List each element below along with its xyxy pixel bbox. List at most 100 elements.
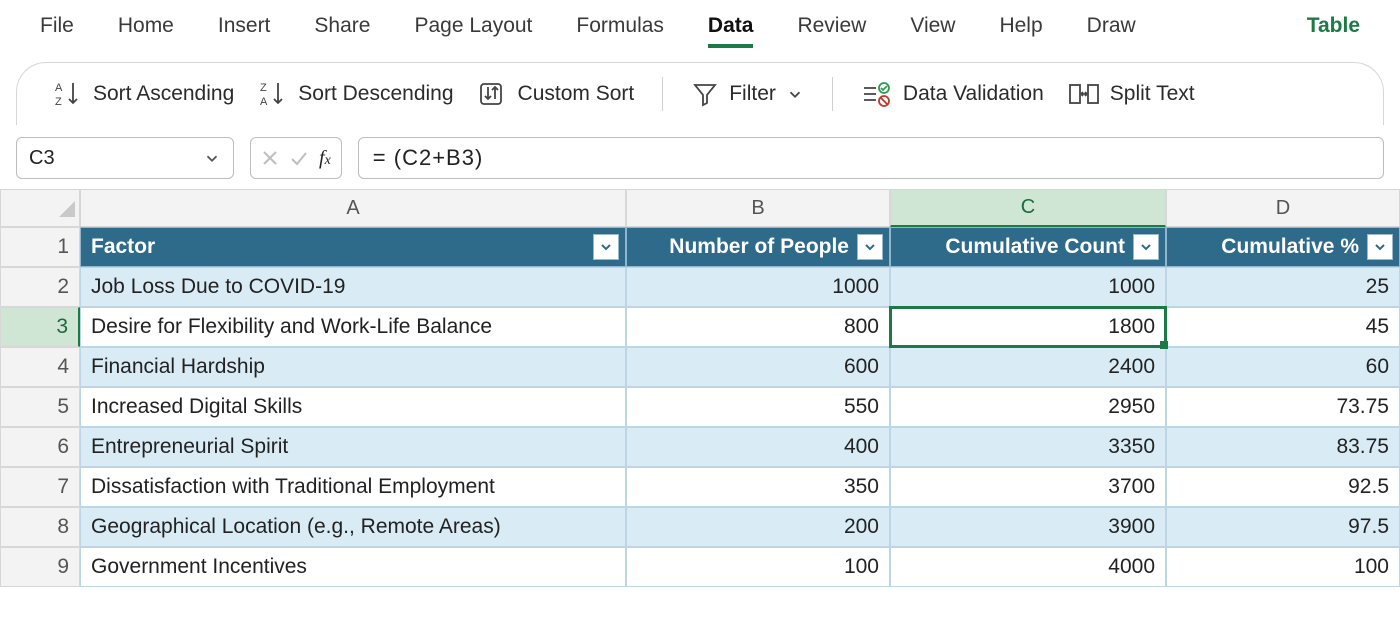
split-text-label: Split Text (1110, 82, 1195, 106)
formula-controls: fx (250, 137, 342, 179)
tab-draw[interactable]: Draw (1087, 14, 1136, 48)
toolbar-separator (662, 77, 663, 111)
table-header-cum-count[interactable]: Cumulative Count (890, 227, 1166, 267)
toolbar-separator (832, 77, 833, 111)
filter-dropdown-icon[interactable] (593, 234, 619, 260)
data-validation-label: Data Validation (903, 82, 1044, 106)
cell-d8[interactable]: 97.5 (1166, 507, 1400, 547)
row-header-9[interactable]: 9 (0, 547, 80, 587)
cell-b4[interactable]: 600 (626, 347, 890, 387)
tab-help[interactable]: Help (999, 14, 1042, 48)
svg-text:A: A (55, 82, 63, 94)
filter-icon (691, 80, 719, 108)
tab-view[interactable]: View (910, 14, 955, 48)
select-all-corner[interactable] (0, 189, 80, 227)
tab-page-layout[interactable]: Page Layout (414, 14, 532, 48)
cell-b8[interactable]: 200 (626, 507, 890, 547)
cell-a8[interactable]: Geographical Location (e.g., Remote Area… (80, 507, 626, 547)
cell-c2[interactable]: 1000 (890, 267, 1166, 307)
filter-dropdown-icon[interactable] (857, 234, 883, 260)
table-header-num-people[interactable]: Number of People (626, 227, 890, 267)
split-text-button[interactable]: Split Text (1068, 80, 1195, 108)
tab-file[interactable]: File (40, 14, 74, 48)
cell-d5[interactable]: 73.75 (1166, 387, 1400, 427)
row-header-3[interactable]: 3 (0, 307, 80, 347)
fx-icon[interactable]: fx (319, 147, 331, 170)
cell-c8[interactable]: 3900 (890, 507, 1166, 547)
tab-home[interactable]: Home (118, 14, 174, 48)
table-header-label: Number of People (669, 235, 849, 259)
filter-label: Filter (729, 82, 776, 106)
cell-a3[interactable]: Desire for Flexibility and Work-Life Bal… (80, 307, 626, 347)
row-header-7[interactable]: 7 (0, 467, 80, 507)
spreadsheet-grid[interactable]: A B C D 1 Factor Number of People Cumula… (0, 189, 1400, 587)
formula-input[interactable]: = (C2+B3) (358, 137, 1384, 179)
cell-d7[interactable]: 92.5 (1166, 467, 1400, 507)
table-header-label: Cumulative % (1221, 235, 1359, 259)
cell-c6[interactable]: 3350 (890, 427, 1166, 467)
custom-sort-icon (478, 79, 508, 109)
tab-share[interactable]: Share (314, 14, 370, 48)
table-header-label: Cumulative Count (945, 235, 1125, 259)
split-text-icon (1068, 80, 1100, 108)
cell-d9[interactable]: 100 (1166, 547, 1400, 587)
sort-ascending-button[interactable]: A Z Sort Ascending (53, 79, 234, 109)
row-header-2[interactable]: 2 (0, 267, 80, 307)
col-header-b[interactable]: B (626, 189, 890, 227)
name-box[interactable]: C3 (16, 137, 234, 179)
cell-d3[interactable]: 45 (1166, 307, 1400, 347)
cell-a2[interactable]: Job Loss Due to COVID-19 (80, 267, 626, 307)
data-validation-button[interactable]: Data Validation (861, 80, 1044, 108)
tab-review[interactable]: Review (797, 14, 866, 48)
data-validation-icon (861, 80, 893, 108)
cell-c9[interactable]: 4000 (890, 547, 1166, 587)
cell-b9[interactable]: 100 (626, 547, 890, 587)
tab-data[interactable]: Data (708, 14, 754, 48)
cell-b6[interactable]: 400 (626, 427, 890, 467)
cell-d4[interactable]: 60 (1166, 347, 1400, 387)
cell-a6[interactable]: Entrepreneurial Spirit (80, 427, 626, 467)
chevron-down-icon[interactable] (203, 149, 221, 167)
filter-dropdown-icon[interactable] (1367, 234, 1393, 260)
custom-sort-button[interactable]: Custom Sort (478, 79, 635, 109)
tab-insert[interactable]: Insert (218, 14, 271, 48)
tab-formulas[interactable]: Formulas (576, 14, 664, 48)
cell-b3[interactable]: 800 (626, 307, 890, 347)
table-header-factor[interactable]: Factor (80, 227, 626, 267)
col-header-d[interactable]: D (1166, 189, 1400, 227)
table-header-cum-pct[interactable]: Cumulative % (1166, 227, 1400, 267)
row-header-4[interactable]: 4 (0, 347, 80, 387)
accept-formula-icon[interactable] (289, 149, 309, 167)
sort-ascending-label: Sort Ascending (93, 82, 234, 106)
cell-a4[interactable]: Financial Hardship (80, 347, 626, 387)
svg-text:Z: Z (55, 96, 62, 108)
cell-d6[interactable]: 83.75 (1166, 427, 1400, 467)
formula-bar: C3 fx = (C2+B3) (16, 131, 1384, 189)
sort-ascending-icon: A Z (53, 79, 83, 109)
cell-c3-selected[interactable]: 1800 (890, 307, 1166, 347)
cell-b7[interactable]: 350 (626, 467, 890, 507)
chevron-down-icon (786, 85, 804, 103)
cell-b5[interactable]: 550 (626, 387, 890, 427)
row-header-1[interactable]: 1 (0, 227, 80, 267)
col-header-c[interactable]: C (890, 189, 1166, 227)
filter-dropdown-icon[interactable] (1133, 234, 1159, 260)
cell-d2[interactable]: 25 (1166, 267, 1400, 307)
row-header-6[interactable]: 6 (0, 427, 80, 467)
filter-button[interactable]: Filter (691, 80, 804, 108)
cell-c4[interactable]: 2400 (890, 347, 1166, 387)
tab-table[interactable]: Table (1307, 14, 1360, 48)
cell-c5[interactable]: 2950 (890, 387, 1166, 427)
svg-text:Z: Z (260, 82, 267, 94)
cell-a5[interactable]: Increased Digital Skills (80, 387, 626, 427)
row-header-8[interactable]: 8 (0, 507, 80, 547)
cell-a7[interactable]: Dissatisfaction with Traditional Employm… (80, 467, 626, 507)
cell-a9[interactable]: Government Incentives (80, 547, 626, 587)
cell-c7[interactable]: 3700 (890, 467, 1166, 507)
ribbon-tabs: File Home Insert Share Page Layout Formu… (0, 0, 1400, 52)
col-header-a[interactable]: A (80, 189, 626, 227)
cancel-formula-icon[interactable] (261, 149, 279, 167)
sort-descending-button[interactable]: Z A Sort Descending (258, 79, 453, 109)
row-header-5[interactable]: 5 (0, 387, 80, 427)
cell-b2[interactable]: 1000 (626, 267, 890, 307)
